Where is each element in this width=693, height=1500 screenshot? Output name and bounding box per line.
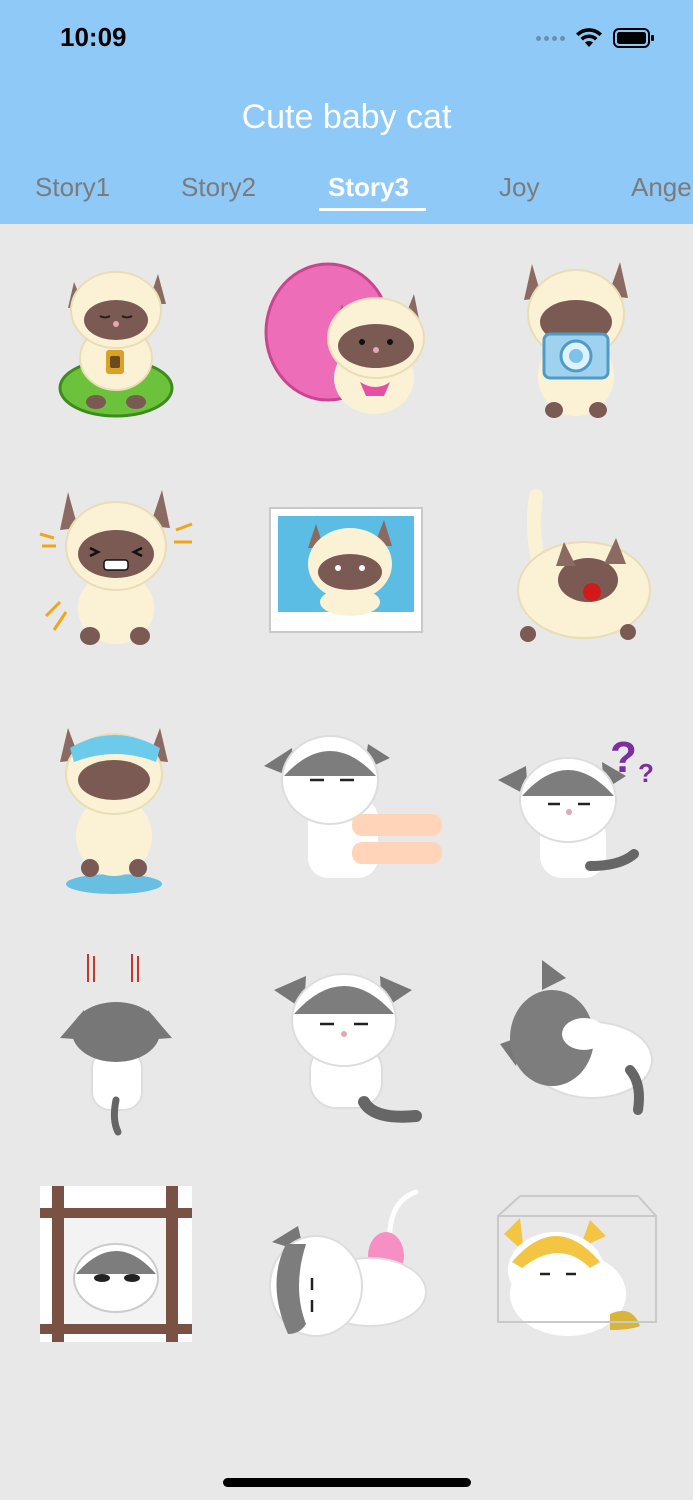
app-header: 10:09 Cute baby cat Story1 Story2 Story3… [0, 0, 693, 224]
active-tab-indicator [319, 208, 426, 211]
gray-cat-window-icon [40, 1186, 192, 1342]
home-indicator[interactable] [223, 1478, 471, 1487]
sticker-yellow-cat-box[interactable] [480, 1182, 670, 1372]
wifi-icon [576, 28, 602, 47]
sticker-gray-cat-back[interactable] [20, 950, 210, 1140]
status-icons [536, 26, 655, 50]
sticker-gray-cat-lying[interactable] [252, 1182, 442, 1372]
siamese-pink-bag-icon [264, 262, 425, 414]
page-title: Cute baby cat [241, 98, 452, 136]
sticker-siamese-pink-bag[interactable] [252, 254, 442, 444]
gray-cat-question-icon: ? ? [498, 733, 654, 878]
gray-cat-back-icon [60, 954, 172, 1136]
tab-ange[interactable]: Ange [631, 172, 692, 203]
sticker-gray-cat-pushed[interactable] [252, 718, 442, 908]
tab-story1[interactable]: Story1 [35, 172, 110, 203]
cellular-signal-icon [536, 35, 565, 41]
sticker-gray-cat-question[interactable]: ? ? [480, 718, 670, 908]
sticker-siamese-wet[interactable] [20, 718, 210, 908]
gray-cat-annoyed-icon [274, 973, 422, 1123]
siamese-photo-icon [269, 507, 423, 633]
sticker-siamese-laughing[interactable] [20, 486, 210, 676]
sticker-siamese-fluffy[interactable] [480, 486, 670, 676]
sticker-siamese-camera[interactable] [480, 254, 670, 444]
gray-cat-pushed-icon [264, 735, 442, 878]
sticker-gray-cat-window[interactable] [20, 1182, 210, 1372]
sticker-siamese-photo[interactable] [252, 486, 442, 676]
gray-cat-hiding-icon [500, 960, 653, 1115]
battery-icon [613, 28, 654, 48]
siamese-laughing-icon [39, 490, 193, 645]
siamese-tea-icon [58, 271, 174, 418]
sticker-gray-cat-annoyed[interactable] [252, 950, 442, 1140]
gray-cat-lying-icon [269, 1189, 427, 1337]
siamese-wet-icon [60, 728, 168, 894]
status-time: 10:09 [60, 22, 127, 52]
siamese-fluffy-icon [517, 489, 651, 642]
yellow-cat-box-icon [497, 1195, 657, 1336]
svg-text:?: ? [638, 758, 654, 788]
siamese-camera-icon [524, 262, 628, 418]
tab-joy[interactable]: Joy [499, 172, 539, 203]
sticker-gray-cat-hiding[interactable] [480, 950, 670, 1140]
sticker-siamese-tea[interactable] [20, 254, 210, 444]
tab-story2[interactable]: Story2 [181, 172, 256, 203]
tab-story3[interactable]: Story3 [328, 172, 409, 203]
